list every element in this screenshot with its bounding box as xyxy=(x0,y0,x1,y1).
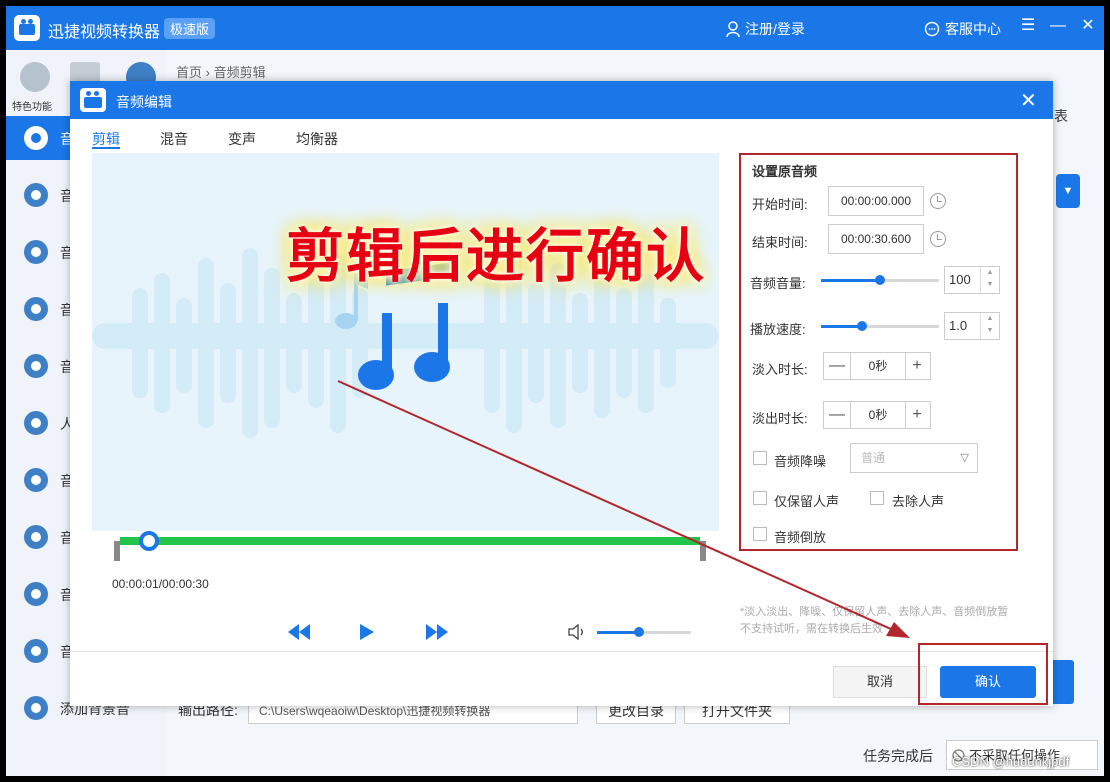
annotation-confirm-box xyxy=(918,643,1048,705)
watermark: CSDN @hudunkjpdf xyxy=(952,754,1070,769)
